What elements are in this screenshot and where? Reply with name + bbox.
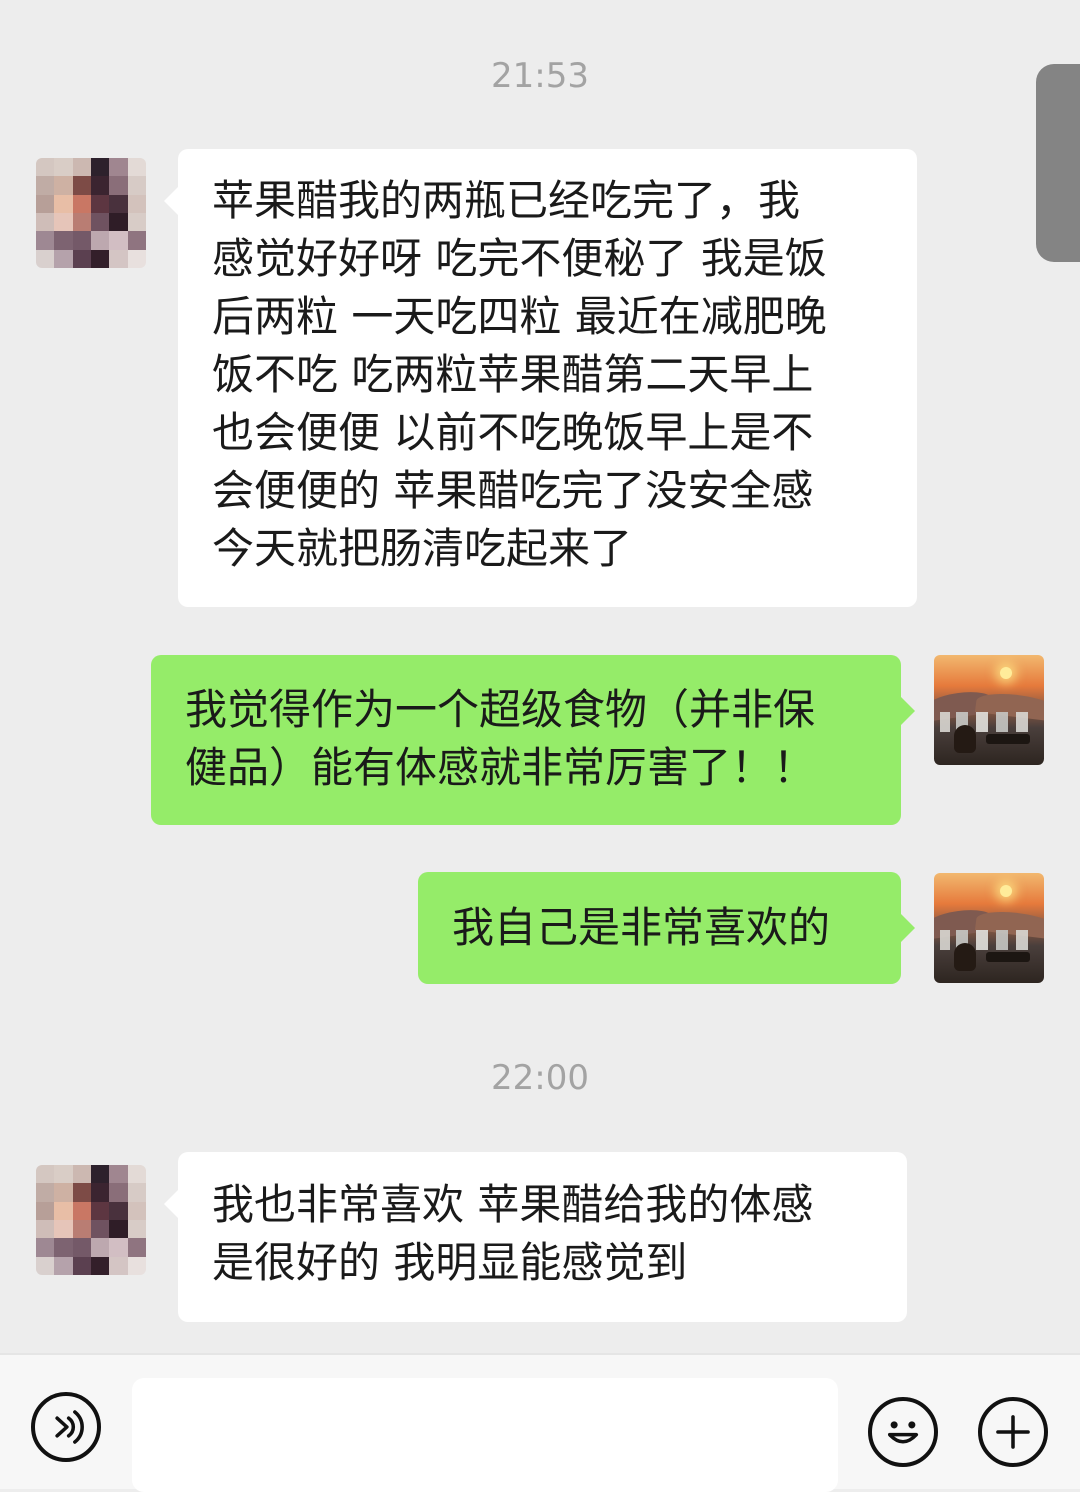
houses-shape	[940, 930, 1036, 950]
incoming-message-text-1: 苹果醋我的两瓶已经吃完了，我 感觉好好呀 吃完不便秘了 我是饭 后两粒 一天吃四…	[212, 176, 827, 573]
incoming-message-2: 我也非常喜欢 苹果醋给我的体感 是很好的 我明显能感觉到	[164, 1152, 907, 1322]
outgoing-message-1: 我觉得作为一个超级食物（并非保 健品）能有体感就非常厉害了！！	[151, 655, 915, 825]
person-shape	[954, 943, 976, 971]
timestamp-2200: 22:00	[491, 1058, 589, 1098]
houses-shape	[940, 712, 1036, 732]
user-avatar	[934, 873, 1044, 983]
emoji-icon	[887, 1421, 919, 1444]
sun-icon	[1000, 667, 1012, 679]
contact-avatar	[36, 1165, 146, 1275]
outgoing-message-text-2: 我自己是非常喜欢的	[452, 903, 831, 952]
incoming-message-text-2: 我也非常喜欢 苹果醋给我的体感 是很好的 我明显能感觉到	[212, 1180, 814, 1287]
emoji-button[interactable]	[868, 1397, 938, 1467]
outgoing-message-2: 我自己是非常喜欢的	[418, 872, 915, 984]
plus-icon	[996, 1415, 1030, 1449]
voice-icon	[55, 1410, 84, 1444]
voice-button[interactable]	[31, 1392, 101, 1462]
message-input[interactable]	[132, 1378, 838, 1492]
user-avatar	[934, 655, 1044, 765]
person-shape	[954, 725, 976, 753]
plus-button[interactable]	[978, 1397, 1048, 1467]
timestamp-2153: 21:53	[491, 56, 589, 96]
table-shape	[986, 952, 1030, 962]
incoming-message-1: 苹果醋我的两瓶已经吃完了，我 感觉好好呀 吃完不便秘了 我是饭 后两粒 一天吃四…	[164, 149, 917, 607]
table-shape	[986, 734, 1030, 744]
outgoing-message-text-1: 我觉得作为一个超级食物（并非保 健品）能有体感就非常厉害了！！	[185, 685, 816, 792]
side-panel-handle[interactable]: •••	[1036, 64, 1080, 262]
contact-avatar	[36, 158, 146, 268]
sun-icon	[1000, 885, 1012, 897]
